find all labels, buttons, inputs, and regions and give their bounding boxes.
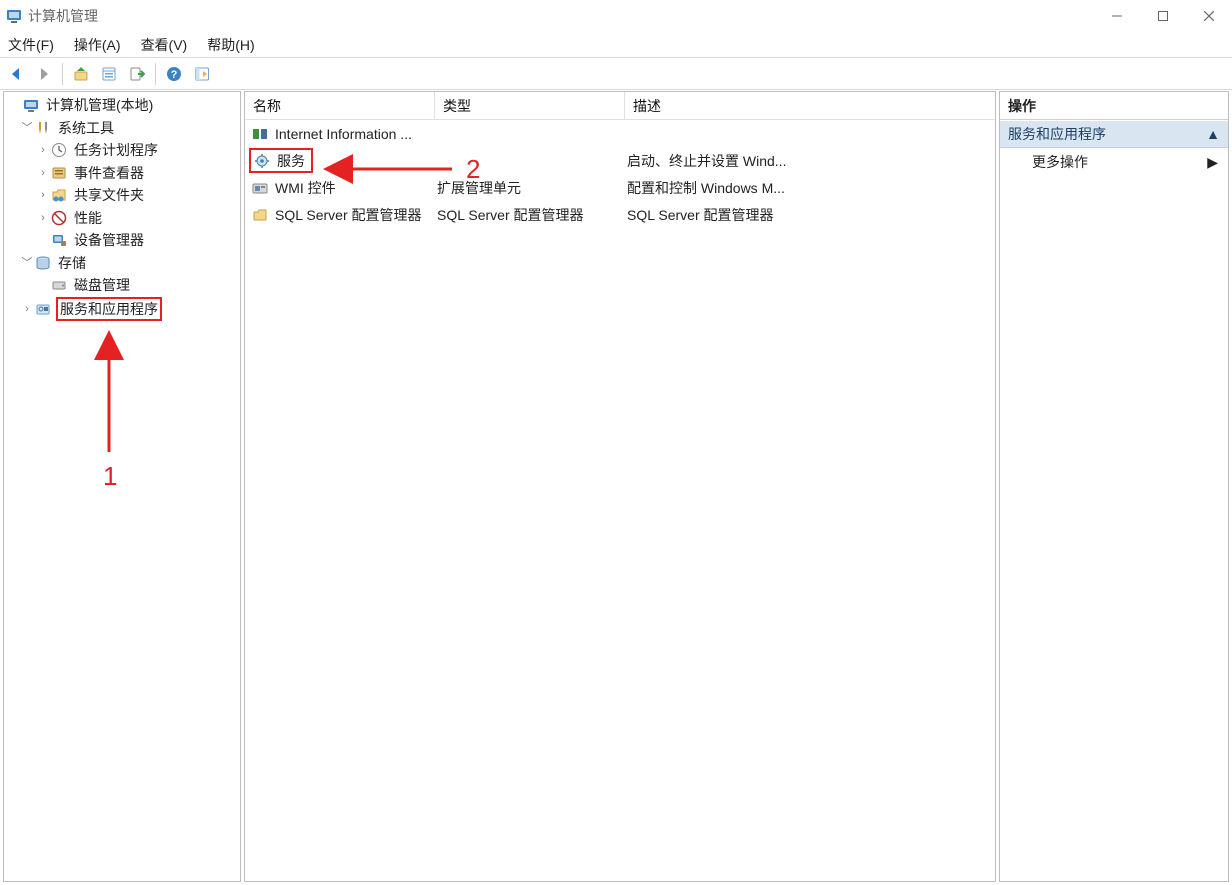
up-button[interactable] [69, 62, 93, 86]
tree-label: 磁盘管理 [72, 274, 132, 296]
list-cell-desc: 启动、终止并设置 Wind... [625, 151, 995, 171]
list-cell-name: SQL Server 配置管理器 [275, 205, 422, 225]
app-icon [6, 8, 22, 24]
device-icon [50, 231, 68, 249]
column-header-desc[interactable]: 描述 [625, 92, 995, 119]
actions-title: 操作 [1000, 92, 1228, 120]
title-bar: 计算机管理 [0, 0, 1232, 32]
actions-more[interactable]: 更多操作 ▶ [1000, 148, 1228, 176]
event-icon [50, 164, 68, 182]
tree-pane: 计算机管理(本地) ﹀ 系统工具 › 任务计划程序 › 事件查看器 › 共享文件 [3, 91, 241, 882]
tree-storage[interactable]: ﹀ 存储 [4, 252, 240, 275]
tree-label: 服务和应用程序 [56, 297, 162, 321]
menu-action[interactable]: 操作(A) [74, 35, 121, 55]
menu-bar: 文件(F) 操作(A) 查看(V) 帮助(H) [0, 32, 1232, 58]
clock-icon [50, 141, 68, 159]
menu-help[interactable]: 帮助(H) [207, 35, 254, 55]
storage-icon [34, 254, 52, 272]
minimize-button[interactable] [1094, 0, 1140, 32]
iis-icon [251, 125, 269, 143]
chevron-right-icon[interactable]: › [36, 166, 50, 180]
chevron-right-icon[interactable]: › [36, 188, 50, 202]
actions-more-label: 更多操作 [1032, 152, 1088, 172]
close-button[interactable] [1186, 0, 1232, 32]
column-header-row: 名称 类型 描述 [245, 92, 995, 120]
help-button[interactable]: ? [162, 62, 186, 86]
tree-label: 任务计划程序 [72, 139, 160, 161]
maximize-button[interactable] [1140, 0, 1186, 32]
tree-task-scheduler[interactable]: › 任务计划程序 [4, 139, 240, 162]
chevron-right-icon: ▶ [1207, 154, 1218, 171]
list-cell-desc: SQL Server 配置管理器 [625, 205, 995, 225]
window-title: 计算机管理 [28, 6, 98, 26]
tree-disk-management[interactable]: 磁盘管理 [4, 274, 240, 297]
shared-folder-icon [50, 186, 68, 204]
list-cell-name: Internet Information ... [275, 126, 412, 142]
toolbar: ? [0, 58, 1232, 90]
tree-label: 系统工具 [56, 117, 116, 139]
tree-system-tools[interactable]: ﹀ 系统工具 [4, 117, 240, 140]
wmi-icon [251, 179, 269, 197]
list-row[interactable]: Internet Information ... [245, 120, 995, 147]
tree-label: 事件查看器 [72, 162, 146, 184]
properties-button[interactable] [97, 62, 121, 86]
chevron-down-icon[interactable]: ﹀ [20, 121, 34, 135]
column-header-type[interactable]: 类型 [435, 92, 625, 119]
actions-section-header[interactable]: 服务和应用程序 ▲ [1000, 120, 1228, 148]
disk-icon [50, 276, 68, 294]
collapse-icon: ▲ [1206, 126, 1220, 142]
tree-root[interactable]: 计算机管理(本地) [4, 94, 240, 117]
list-cell-name: WMI 控件 [275, 178, 336, 198]
services-icon [34, 300, 52, 318]
list-cell-name: 服务 [277, 151, 305, 171]
chevron-down-icon[interactable]: ﹀ [20, 256, 34, 270]
menu-file[interactable]: 文件(F) [8, 35, 54, 55]
tree-label: 共享文件夹 [72, 184, 146, 206]
gear-icon [253, 152, 271, 170]
actions-pane: 操作 服务和应用程序 ▲ 更多操作 ▶ [999, 91, 1229, 882]
toolbar-separator [62, 63, 63, 85]
performance-icon [50, 209, 68, 227]
svg-text:?: ? [171, 69, 178, 81]
list-cell-type: SQL Server 配置管理器 [435, 205, 625, 225]
forward-button[interactable] [32, 62, 56, 86]
list-pane: 名称 类型 描述 Internet Information ... 服务 启动、… [244, 91, 996, 882]
list-cell-desc: 配置和控制 Windows M... [625, 178, 995, 198]
toolbar-separator [155, 63, 156, 85]
column-header-name[interactable]: 名称 [245, 92, 435, 119]
menu-view[interactable]: 查看(V) [141, 35, 188, 55]
show-hide-button[interactable] [190, 62, 214, 86]
tree-label: 计算机管理(本地) [44, 94, 155, 116]
tree-device-manager[interactable]: 设备管理器 [4, 229, 240, 252]
tree-event-viewer[interactable]: › 事件查看器 [4, 162, 240, 185]
list-row[interactable]: WMI 控件 扩展管理单元 配置和控制 Windows M... [245, 174, 995, 201]
list-row[interactable]: SQL Server 配置管理器 SQL Server 配置管理器 SQL Se… [245, 201, 995, 228]
actions-header-label: 服务和应用程序 [1008, 124, 1106, 144]
tree-label: 存储 [56, 252, 88, 274]
chevron-right-icon[interactable]: › [36, 211, 50, 225]
list-cell-type: 扩展管理单元 [435, 178, 625, 198]
chevron-right-icon[interactable]: › [20, 302, 34, 316]
tree-label: 性能 [72, 207, 104, 229]
export-button[interactable] [125, 62, 149, 86]
tree-shared-folders[interactable]: › 共享文件夹 [4, 184, 240, 207]
tree-services-and-applications[interactable]: › 服务和应用程序 [4, 298, 240, 321]
list-row-services[interactable]: 服务 启动、终止并设置 Wind... [245, 147, 995, 174]
tools-icon [34, 119, 52, 137]
back-button[interactable] [4, 62, 28, 86]
chevron-right-icon[interactable]: › [36, 143, 50, 157]
tree-performance[interactable]: › 性能 [4, 207, 240, 230]
tree-label: 设备管理器 [72, 229, 146, 251]
folder-icon [251, 206, 269, 224]
computer-icon [22, 96, 40, 114]
